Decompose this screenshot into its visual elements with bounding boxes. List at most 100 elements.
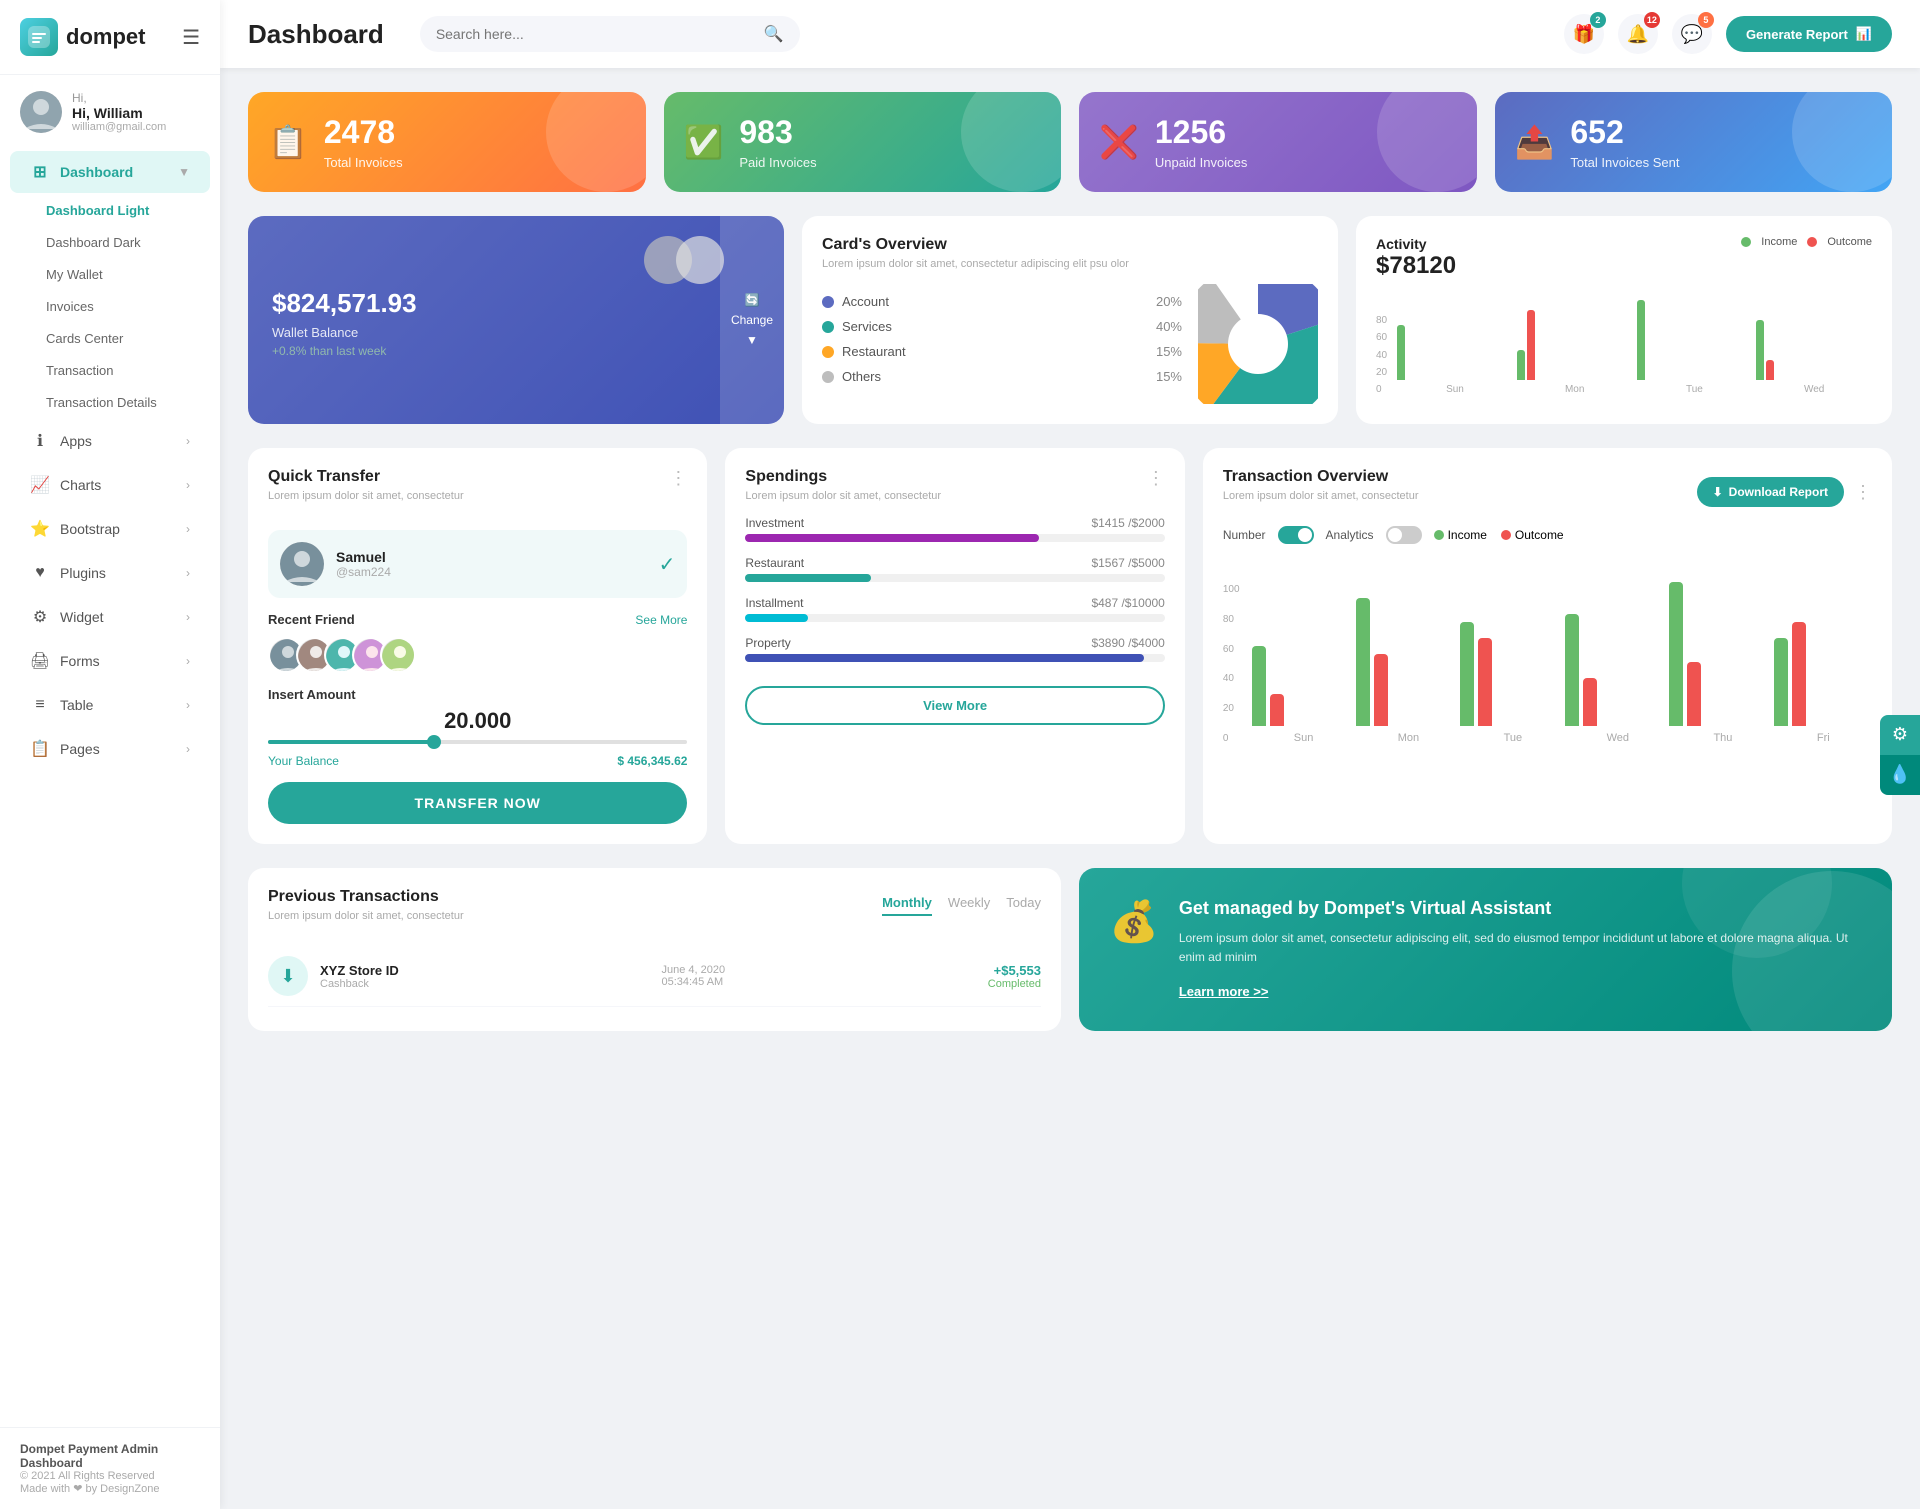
outcome-legend-item: Outcome — [1501, 528, 1564, 542]
user-email: william@gmail.com — [72, 121, 166, 133]
transaction-status: Completed — [988, 978, 1041, 990]
widget-icon: ⚙ — [30, 607, 50, 627]
tab-today[interactable]: Today — [1006, 895, 1041, 916]
view-more-button[interactable]: View More — [745, 686, 1164, 725]
sidebar-item-apps[interactable]: ℹ Apps › — [10, 420, 210, 462]
spending-investment-top: Investment $1415 /$2000 — [745, 516, 1164, 530]
analytics-toggle[interactable] — [1386, 526, 1422, 544]
number-toggle-label: Number — [1223, 528, 1266, 542]
restaurant-bar-track — [745, 574, 1164, 582]
table-icon: ≡ — [30, 695, 50, 715]
balance-row: Your Balance $ 456,345.62 — [268, 754, 687, 768]
plugins-icon: ♥ — [30, 563, 50, 583]
transaction-overview-subtitle: Lorem ipsum dolor sit amet, consectetur — [1223, 490, 1419, 502]
pt-tabs: Monthly Weekly Today — [882, 895, 1041, 916]
sidebar-item-charts[interactable]: 📈 Charts › — [10, 464, 210, 506]
tab-weekly[interactable]: Weekly — [948, 895, 990, 916]
amount-slider — [268, 740, 687, 744]
sidebar-item-bootstrap[interactable]: ⭐ Bootstrap › — [10, 508, 210, 550]
sidebar-sub-invoices[interactable]: Invoices — [30, 291, 210, 322]
forms-icon: 🖨 — [30, 651, 50, 671]
sidebar-item-dashboard[interactable]: ⊞ Dashboard ▼ — [10, 151, 210, 193]
legend-item-restaurant: Restaurant 15% — [822, 344, 1182, 359]
number-toggle[interactable] — [1278, 526, 1314, 544]
more-options-button[interactable]: ⋮ — [669, 468, 687, 489]
sidebar-item-forms[interactable]: 🖨 Forms › — [10, 640, 210, 682]
change-button[interactable]: 🔄 Change ▼ — [720, 216, 784, 424]
dashboard-icon: ⊞ — [30, 162, 50, 182]
avatar — [20, 91, 62, 133]
va-learn-more-link[interactable]: Learn more >> — [1179, 984, 1269, 999]
hamburger-icon[interactable]: ☰ — [182, 25, 200, 50]
wallet-amount: $824,571.93 — [272, 288, 760, 319]
bar-group-tue — [1460, 622, 1558, 726]
settings-side-button[interactable]: ⚙ — [1880, 715, 1920, 755]
gift-badge: 2 — [1590, 12, 1606, 28]
account-dot — [822, 296, 834, 308]
water-side-button[interactable]: 💧 — [1880, 755, 1920, 795]
activity-header: Activity $78120 Income Outcome — [1376, 236, 1872, 280]
to-more-options[interactable]: ⋮ — [1854, 482, 1872, 503]
paid-icon: ✅ — [684, 123, 724, 161]
activity-chart: 80 60 40 20 0 — [1376, 290, 1872, 395]
sent-invoices-label: Total Invoices Sent — [1570, 155, 1679, 170]
activity-amount: $78120 — [1376, 252, 1456, 280]
sidebar-sub-cards-center[interactable]: Cards Center — [30, 323, 210, 354]
header: Dashboard 🔍 🎁 2 🔔 12 💬 5 Generate Report… — [220, 0, 1920, 68]
friend-avatars — [268, 637, 687, 673]
search-input[interactable] — [436, 26, 756, 42]
outcome-bar-mon — [1527, 310, 1535, 380]
spendings-subtitle: Lorem ipsum dolor sit amet, consectetur — [745, 490, 941, 502]
sidebar-item-widget[interactable]: ⚙ Widget › — [10, 596, 210, 638]
sidebar-logo: dompet ☰ — [0, 0, 220, 75]
total-invoices-number: 2478 — [324, 114, 403, 151]
spendings-more-options[interactable]: ⋮ — [1147, 468, 1165, 489]
download-report-label: Download Report — [1729, 485, 1828, 499]
slider-track[interactable] — [268, 740, 687, 744]
sidebar-sub-dashboard-light[interactable]: Dashboard Light — [30, 195, 210, 226]
spending-item-restaurant: Restaurant $1567 /$5000 — [745, 556, 1164, 582]
water-icon: 💧 — [1889, 764, 1911, 785]
sidebar-item-table[interactable]: ≡ Table › — [10, 684, 210, 726]
see-more-link[interactable]: See More — [635, 613, 687, 627]
generate-report-button[interactable]: Generate Report 📊 — [1726, 16, 1892, 52]
sidebar-sub-my-wallet[interactable]: My Wallet — [30, 259, 210, 290]
pie-chart — [1198, 284, 1318, 404]
sidebar-sub-transaction[interactable]: Transaction — [30, 355, 210, 386]
restaurant-bar-fill — [745, 574, 871, 582]
sidebar-item-plugins[interactable]: ♥ Plugins › — [10, 552, 210, 594]
total-invoices-label: Total Invoices — [324, 155, 403, 170]
chevron-right-icon: › — [186, 478, 190, 492]
user-profile: Hi, Hi, William william@gmail.com — [0, 75, 220, 149]
message-button[interactable]: 💬 5 — [1672, 14, 1712, 54]
legend-item-others: Others 15% — [822, 369, 1182, 384]
transfer-now-button[interactable]: TRANSFER NOW — [268, 782, 687, 824]
gift-button[interactable]: 🎁 2 — [1564, 14, 1604, 54]
notification-button[interactable]: 🔔 12 — [1618, 14, 1658, 54]
income-bar-wed — [1565, 614, 1579, 726]
sidebar-sub-transaction-details[interactable]: Transaction Details — [30, 387, 210, 418]
sidebar-item-pages[interactable]: 📋 Pages › — [10, 728, 210, 770]
sidebar-sub-dashboard-dark[interactable]: Dashboard Dark — [30, 227, 210, 258]
transaction-type: Cashback — [320, 978, 399, 990]
tab-monthly[interactable]: Monthly — [882, 895, 932, 916]
search-icon: 🔍 — [764, 24, 784, 44]
user-greeting: Hi, — [72, 91, 166, 105]
bar-chart — [1397, 300, 1872, 380]
sidebar-item-label: Bootstrap — [60, 521, 120, 537]
sidebar-item-label: Table — [60, 697, 93, 713]
income-bar-sun — [1397, 325, 1405, 380]
investment-bar-fill — [745, 534, 1039, 542]
outcome-legend-dot — [1501, 530, 1511, 540]
download-report-button[interactable]: ⬇ Download Report — [1697, 477, 1844, 507]
sidebar-item-label: Apps — [60, 433, 92, 449]
check-icon: ✓ — [659, 552, 676, 577]
contact-info: Samuel @sam224 — [336, 549, 391, 579]
contact-handle: @sam224 — [336, 565, 391, 579]
income-legend-dot — [1434, 530, 1444, 540]
sent-icon: 📤 — [1515, 123, 1555, 161]
chevron-right-icon: › — [186, 698, 190, 712]
overview-legend: Account 20% Services 40% — [822, 294, 1182, 394]
stat-card-unpaid-invoices: ❌ 1256 Unpaid Invoices — [1079, 92, 1477, 192]
invoice-icon: 📋 — [268, 123, 308, 161]
